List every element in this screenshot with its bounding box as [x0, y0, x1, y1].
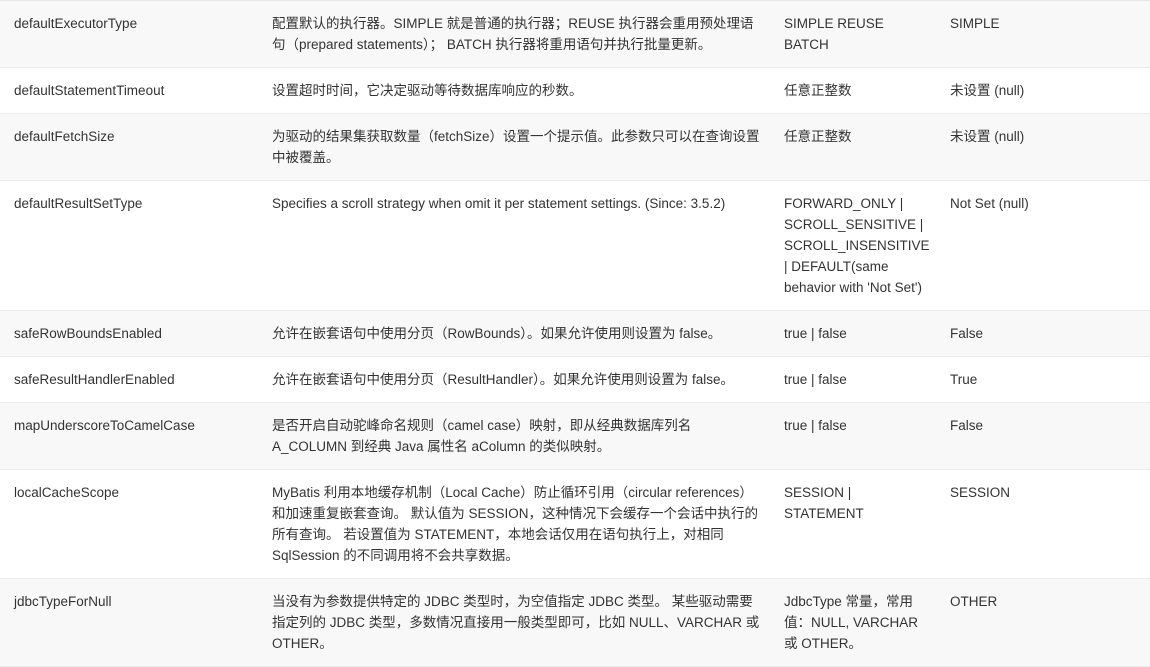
setting-name-cell: jdbcTypeForNull [0, 578, 272, 667]
table-row: defaultStatementTimeout 设置超时时间，它决定驱动等待数据库… [0, 67, 1150, 114]
setting-valid-values-cell: 任意正整数 [778, 113, 944, 181]
setting-default-cell: OTHER [944, 578, 1150, 667]
settings-table-body: defaultExecutorType 配置默认的执行器。SIMPLE 就是普通的… [0, 0, 1150, 667]
setting-default-cell: False [944, 402, 1150, 470]
setting-name-cell: defaultStatementTimeout [0, 67, 272, 114]
table-row: localCacheScope MyBatis 利用本地缓存机制（Local Ca… [0, 469, 1150, 579]
table-row: defaultResultSetType Specifies a scroll s… [0, 180, 1150, 311]
setting-description-cell: 为驱动的结果集获取数量（fetchSize）设置一个提示值。此参数只可以在查询设… [272, 113, 778, 181]
setting-name-cell: defaultFetchSize [0, 113, 272, 181]
setting-valid-values-cell: JdbcType 常量，常用值：NULL, VARCHAR 或 OTHER。 [778, 578, 944, 667]
table-row: defaultFetchSize 为驱动的结果集获取数量（fetchSize）设置… [0, 113, 1150, 181]
setting-name-cell: defaultResultSetType [0, 180, 272, 311]
table-row: jdbcTypeForNull 当没有为参数提供特定的 JDBC 类型时，为空值指… [0, 578, 1150, 667]
table-row: mapUnderscoreToCamelCase 是否开启自动驼峰命名规则（cam… [0, 402, 1150, 470]
setting-name-cell: safeRowBoundsEnabled [0, 310, 272, 357]
setting-name-cell: mapUnderscoreToCamelCase [0, 402, 272, 470]
setting-name-cell: localCacheScope [0, 469, 272, 579]
setting-valid-values-cell: SESSION | STATEMENT [778, 469, 944, 579]
setting-valid-values-cell: true | false [778, 402, 944, 470]
setting-description-cell: 是否开启自动驼峰命名规则（camel case）映射，即从经典数据库列名 A_C… [272, 402, 778, 470]
table-row: safeRowBoundsEnabled 允许在嵌套语句中使用分页（RowBoun… [0, 310, 1150, 357]
setting-default-cell: SESSION [944, 469, 1150, 579]
setting-description-cell: 设置超时时间，它决定驱动等待数据库响应的秒数。 [272, 67, 778, 114]
setting-description-cell: MyBatis 利用本地缓存机制（Local Cache）防止循环引用（circ… [272, 469, 778, 579]
setting-valid-values-cell: 任意正整数 [778, 67, 944, 114]
table-row: defaultExecutorType 配置默认的执行器。SIMPLE 就是普通的… [0, 0, 1150, 68]
setting-default-cell: Not Set (null) [944, 180, 1150, 311]
setting-default-cell: 未设置 (null) [944, 113, 1150, 181]
setting-default-cell: SIMPLE [944, 0, 1150, 68]
setting-valid-values-cell: FORWARD_ONLY | SCROLL_SENSITIVE | SCROLL… [778, 180, 944, 311]
setting-description-cell: 配置默认的执行器。SIMPLE 就是普通的执行器；REUSE 执行器会重用预处理… [272, 0, 778, 68]
setting-description-cell: 当没有为参数提供特定的 JDBC 类型时，为空值指定 JDBC 类型。 某些驱动… [272, 578, 778, 667]
setting-valid-values-cell: SIMPLE REUSE BATCH [778, 0, 944, 68]
setting-description-cell: Specifies a scroll strategy when omit it… [272, 180, 778, 311]
setting-valid-values-cell: true | false [778, 310, 944, 357]
setting-default-cell: 未设置 (null) [944, 67, 1150, 114]
setting-name-cell: safeResultHandlerEnabled [0, 356, 272, 403]
setting-valid-values-cell: true | false [778, 356, 944, 403]
setting-default-cell: True [944, 356, 1150, 403]
setting-description-cell: 允许在嵌套语句中使用分页（RowBounds）。如果允许使用则设置为 false… [272, 310, 778, 357]
setting-description-cell: 允许在嵌套语句中使用分页（ResultHandler）。如果允许使用则设置为 f… [272, 356, 778, 403]
settings-table: defaultExecutorType 配置默认的执行器。SIMPLE 就是普通的… [0, 0, 1150, 667]
setting-name-cell: defaultExecutorType [0, 0, 272, 68]
table-row: safeResultHandlerEnabled 允许在嵌套语句中使用分页（Res… [0, 356, 1150, 403]
setting-default-cell: False [944, 310, 1150, 357]
